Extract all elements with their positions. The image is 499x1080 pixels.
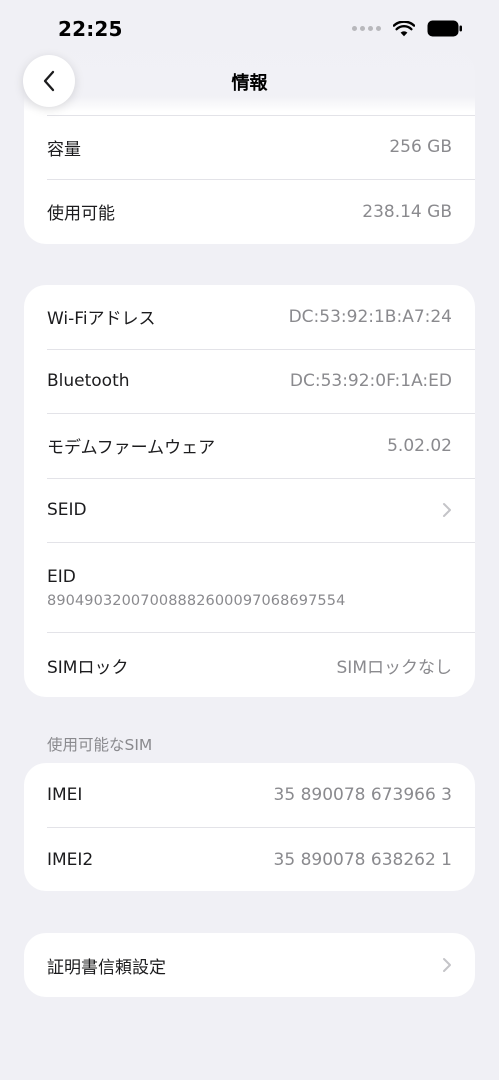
page-title: 情報 xyxy=(231,73,268,94)
seid-row[interactable]: SEID xyxy=(47,479,475,543)
sim-card: IMEI 35 890078 673966 3 IMEI2 35 890078 … xyxy=(24,763,475,891)
bluetooth-row: Bluetooth DC:53:92:0F:1A:ED xyxy=(47,350,475,414)
status-bar: 22:25 xyxy=(0,0,499,58)
network-card: Wi-Fiアドレス DC:53:92:1B:A7:24 Bluetooth DC… xyxy=(24,285,475,697)
available-sim-header: 使用可能なSIM xyxy=(47,736,153,754)
modem-firmware-value: 5.02.02 xyxy=(387,435,452,456)
sim-lock-value: SIMロックなし xyxy=(336,657,452,678)
sim-lock-label: SIMロック xyxy=(47,657,129,678)
capacity-label: 容量 xyxy=(47,139,81,160)
imei-row: IMEI 35 890078 673966 3 xyxy=(47,763,475,828)
modem-firmware-row: モデムファームウェア 5.02.02 xyxy=(47,414,475,479)
eid-value: 89049032007008882600097068697554 xyxy=(47,592,346,609)
imei2-row: IMEI2 35 890078 638262 1 xyxy=(47,828,475,892)
seid-label: SEID xyxy=(47,500,87,521)
chevron-right-icon xyxy=(442,502,452,518)
certificate-trust-row[interactable]: 証明書信頼設定 xyxy=(47,933,475,997)
imei2-label: IMEI2 xyxy=(47,849,94,870)
eid-label: EID xyxy=(47,566,76,587)
imei-label: IMEI xyxy=(47,784,83,805)
wifi-address-row: Wi-Fiアドレス DC:53:92:1B:A7:24 xyxy=(47,285,475,350)
certificate-card: 証明書信頼設定 xyxy=(24,933,475,997)
available-row: 使用可能 238.14 GB xyxy=(47,180,475,245)
bluetooth-label: Bluetooth xyxy=(47,371,130,392)
capacity-row: 容量 256 GB xyxy=(47,115,475,180)
sim-lock-row: SIMロック SIMロックなし xyxy=(47,633,475,697)
capacity-value: 256 GB xyxy=(389,137,452,158)
battery-icon xyxy=(427,20,462,37)
wifi-address-label: Wi-Fiアドレス xyxy=(47,309,156,330)
imei-value: 35 890078 673966 3 xyxy=(273,784,452,805)
certificate-trust-label: 証明書信頼設定 xyxy=(47,957,166,978)
wifi-address-value: DC:53:92:1B:A7:24 xyxy=(288,306,452,327)
bluetooth-value: DC:53:92:0F:1A:ED xyxy=(289,371,452,392)
status-time: 22:25 xyxy=(58,17,123,41)
eid-row: EID 89049032007008882600097068697554 xyxy=(47,543,475,633)
modem-firmware-label: モデムファームウェア xyxy=(47,438,216,459)
available-label: 使用可能 xyxy=(47,204,115,225)
available-value: 238.14 GB xyxy=(362,201,452,222)
imei2-value: 35 890078 638262 1 xyxy=(273,849,452,870)
wifi-icon xyxy=(393,20,415,36)
about-screen: 22:25 情報 容量 256 GB 使用可能 238.14 GB Wi-Fiア… xyxy=(0,0,499,1080)
chevron-right-icon xyxy=(442,957,452,973)
signal-dots-icon xyxy=(352,26,381,31)
status-icons xyxy=(352,20,463,37)
navigation-bar: 情報 xyxy=(0,50,499,112)
